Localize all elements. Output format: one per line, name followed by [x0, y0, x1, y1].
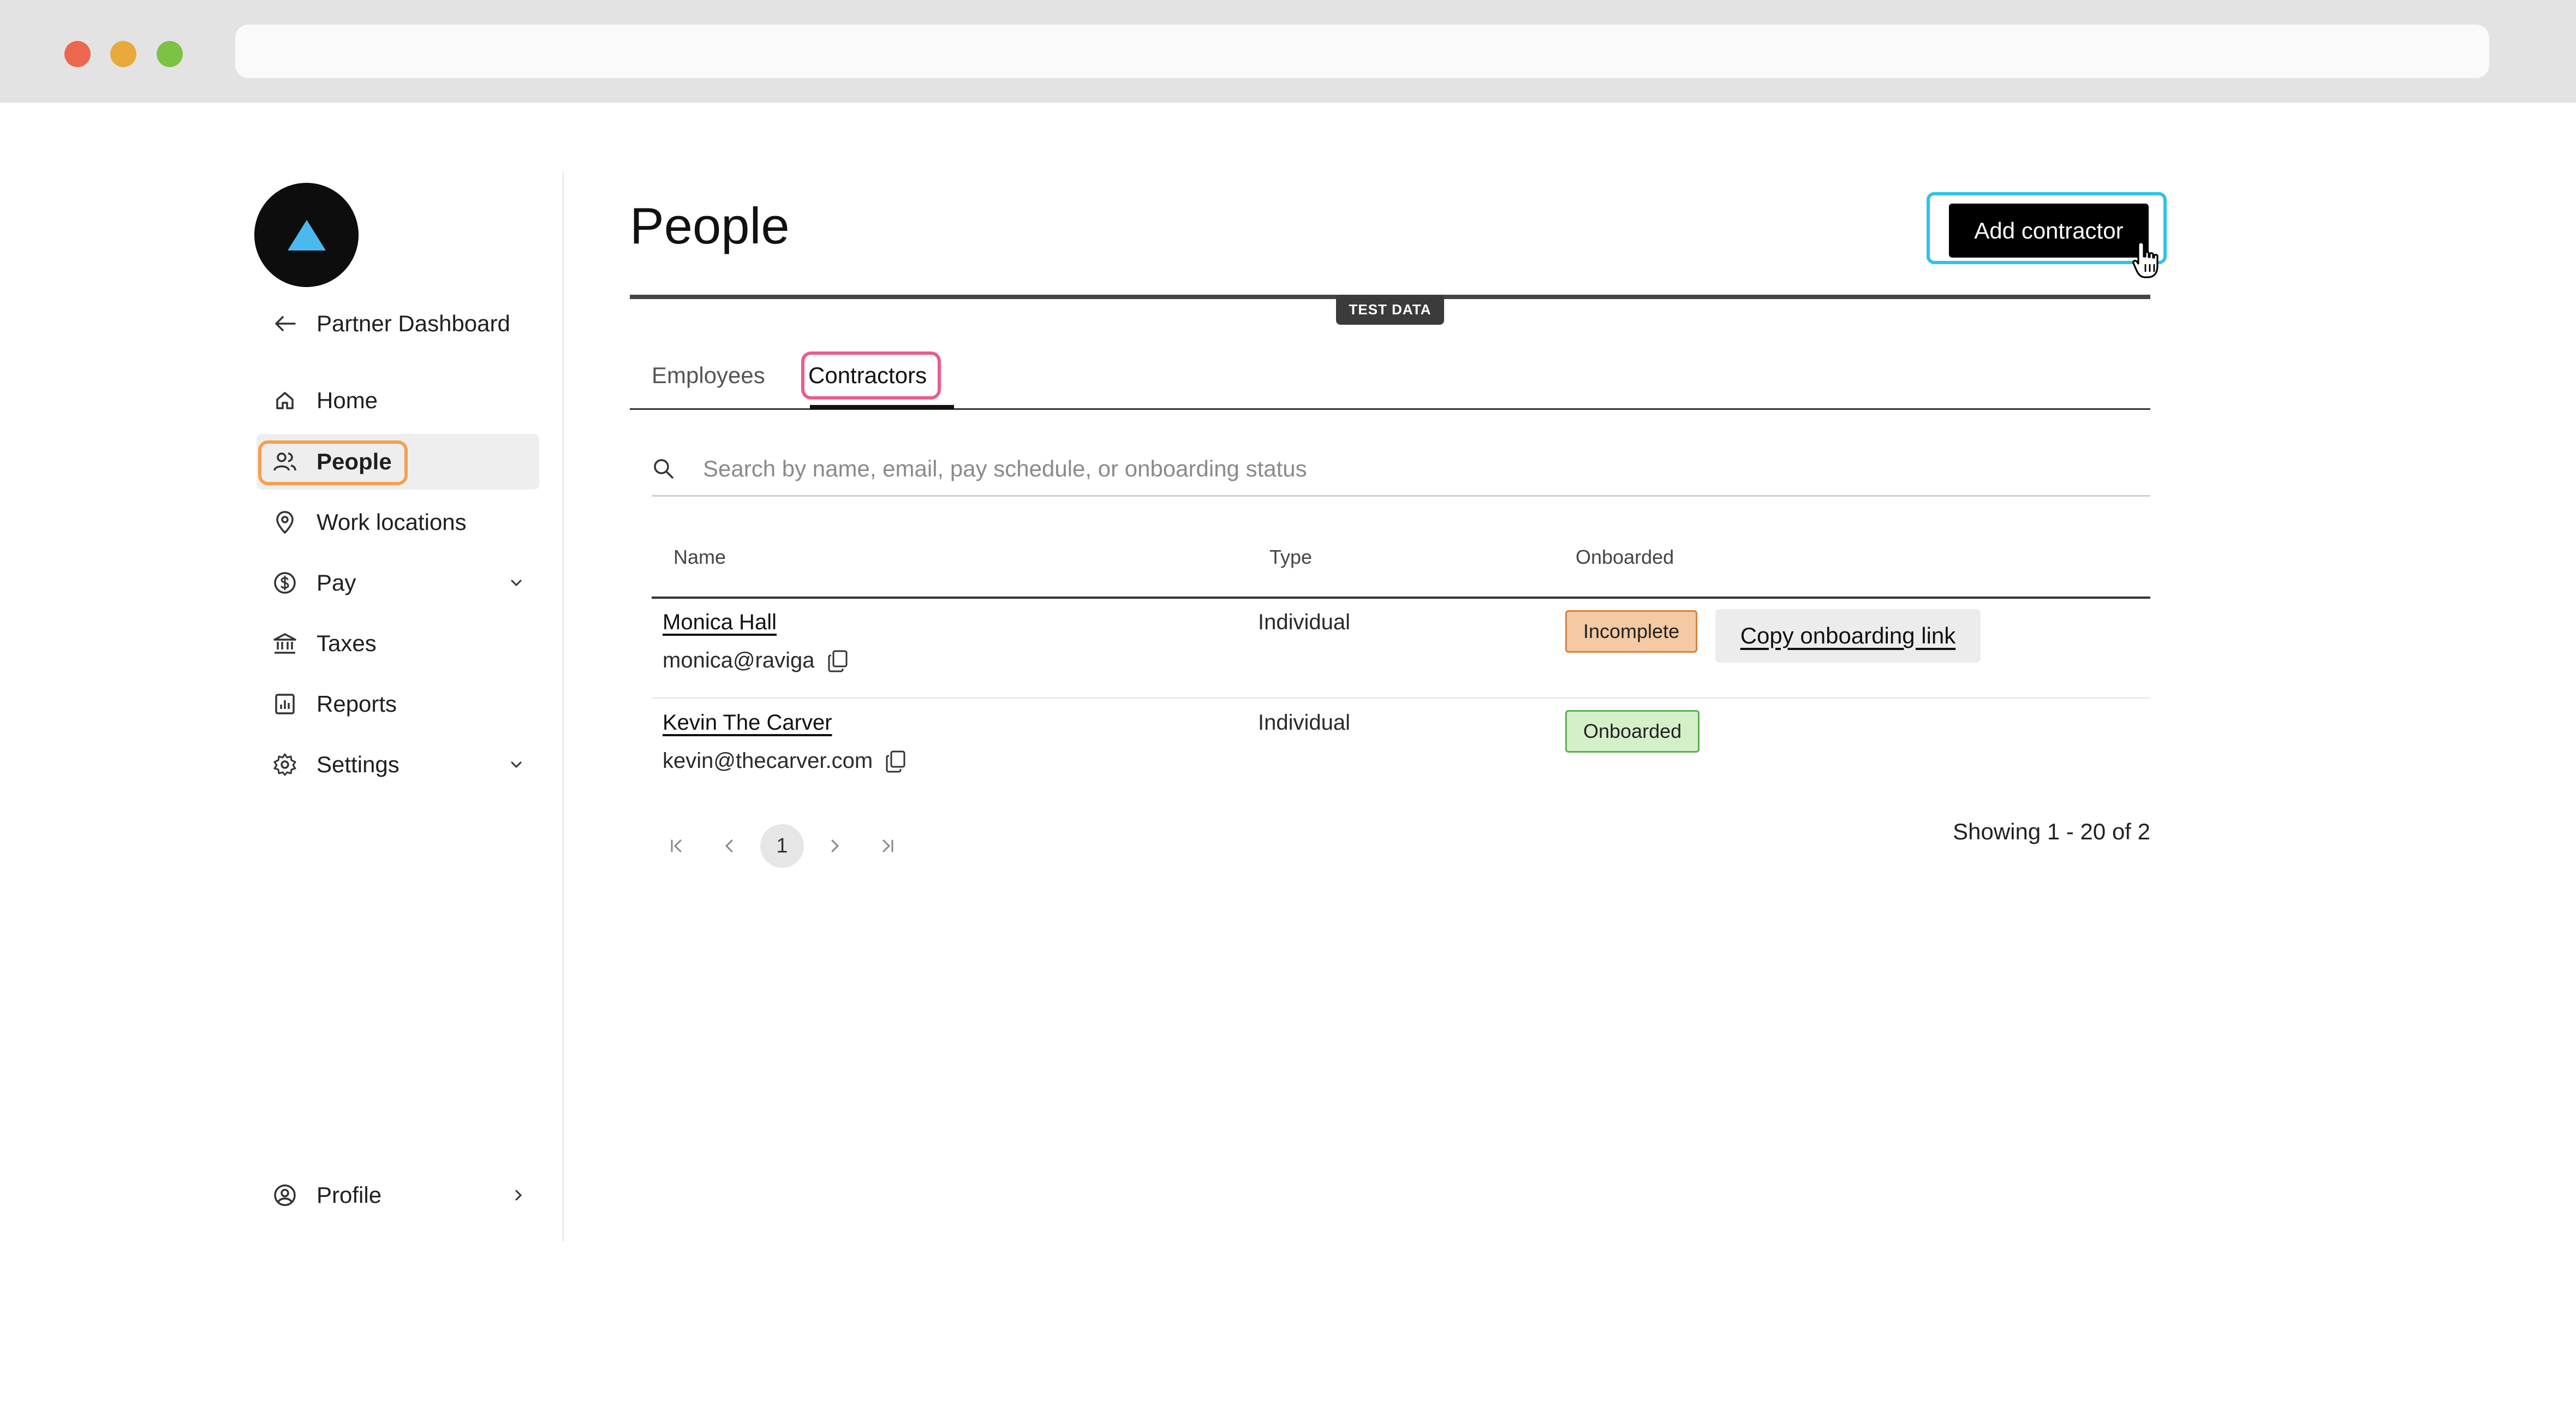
- sidebar-item-pay[interactable]: Pay: [257, 555, 539, 611]
- sidebar-item-label: Taxes: [317, 630, 377, 656]
- pagination-summary: Showing 1 - 20 of 2: [1953, 819, 2150, 844]
- sidebar-item-label: Home: [317, 387, 378, 413]
- next-page-button[interactable]: [813, 824, 856, 868]
- column-header-onboarded[interactable]: Onboarded: [1576, 546, 1674, 569]
- page-number-button[interactable]: 1: [760, 824, 804, 868]
- status-badge: Incomplete: [1565, 610, 1698, 653]
- sidebar-item-settings[interactable]: Settings: [257, 737, 539, 792]
- home-icon: [270, 390, 300, 412]
- maximize-window-dot[interactable]: [157, 41, 183, 67]
- contractor-email: monica@raviga: [663, 648, 849, 673]
- page-title: People: [630, 197, 790, 254]
- close-window-dot[interactable]: [64, 41, 91, 67]
- sidebar-item-label: Settings: [317, 752, 399, 777]
- sidebar-item-label: Pay: [317, 570, 356, 595]
- logo-triangle-icon: [287, 219, 326, 251]
- copy-icon[interactable]: [827, 649, 849, 673]
- gear-icon: [270, 753, 300, 777]
- last-page-button[interactable]: [865, 824, 909, 868]
- sidebar-item-taxes[interactable]: Taxes: [257, 616, 539, 671]
- user-circle-icon: [270, 1184, 300, 1207]
- email-text: kevin@thecarver.com: [663, 749, 873, 773]
- sidebar-item-work-locations[interactable]: Work locations: [257, 494, 539, 550]
- chevron-right-icon: [514, 1167, 523, 1223]
- chart-icon: [270, 693, 300, 716]
- bank-icon: [270, 632, 300, 655]
- sidebar-item-home[interactable]: Home: [257, 373, 539, 428]
- tab-employees[interactable]: Employees: [652, 354, 765, 397]
- browser-chrome: [0, 0, 2576, 103]
- map-pin-icon: [270, 511, 300, 534]
- active-tab-indicator: [810, 405, 954, 409]
- copy-onboarding-link-button[interactable]: Copy onboarding link: [1715, 609, 1981, 663]
- sidebar-item-profile[interactable]: Profile: [257, 1167, 539, 1223]
- search-input[interactable]: [702, 455, 2068, 482]
- dollar-icon: [270, 571, 300, 594]
- sidebar-item-reports[interactable]: Reports: [257, 676, 539, 732]
- contractors-tab-highlight-ring: [801, 351, 941, 400]
- contractor-email: kevin@thecarver.com: [663, 749, 907, 773]
- search-icon: [652, 457, 681, 481]
- sidebar-item-label: Reports: [317, 691, 397, 717]
- email-text: monica@raviga: [663, 648, 815, 672]
- address-bar[interactable]: [235, 25, 2489, 78]
- arrow-left-icon: [270, 315, 300, 332]
- partner-dashboard-link[interactable]: Partner Dashboard: [257, 296, 539, 351]
- add-contractor-button[interactable]: Add contractor: [1949, 204, 2149, 258]
- chevron-down-icon: [510, 555, 523, 611]
- first-page-button[interactable]: [655, 824, 699, 868]
- sidebar-item-label: Work locations: [317, 509, 467, 535]
- contractor-type: Individual: [1258, 610, 1351, 634]
- table-header-divider: [652, 597, 2150, 599]
- logo: [254, 183, 359, 287]
- status-badge: Onboarded: [1565, 710, 1700, 753]
- partner-dashboard-label: Partner Dashboard: [317, 311, 510, 336]
- sidebar-item-label: Profile: [317, 1182, 382, 1208]
- test-data-badge: TEST DATA: [1336, 295, 1444, 325]
- chevron-down-icon: [510, 737, 523, 792]
- row-divider: [652, 697, 2150, 699]
- contractor-name-link[interactable]: Monica Hall: [663, 610, 777, 635]
- column-header-type[interactable]: Type: [1269, 546, 1312, 569]
- people-highlight-ring: [258, 440, 408, 485]
- copy-icon[interactable]: [885, 749, 907, 773]
- contractor-name-link[interactable]: Kevin The Carver: [663, 711, 832, 735]
- column-header-name[interactable]: Name: [673, 546, 726, 569]
- sidebar-divider: [562, 171, 564, 1241]
- search-bar: [652, 442, 2150, 497]
- minimize-window-dot[interactable]: [110, 41, 136, 67]
- hand-cursor-icon: [2132, 241, 2158, 278]
- contractor-type: Individual: [1258, 711, 1351, 735]
- previous-page-button[interactable]: [708, 824, 752, 868]
